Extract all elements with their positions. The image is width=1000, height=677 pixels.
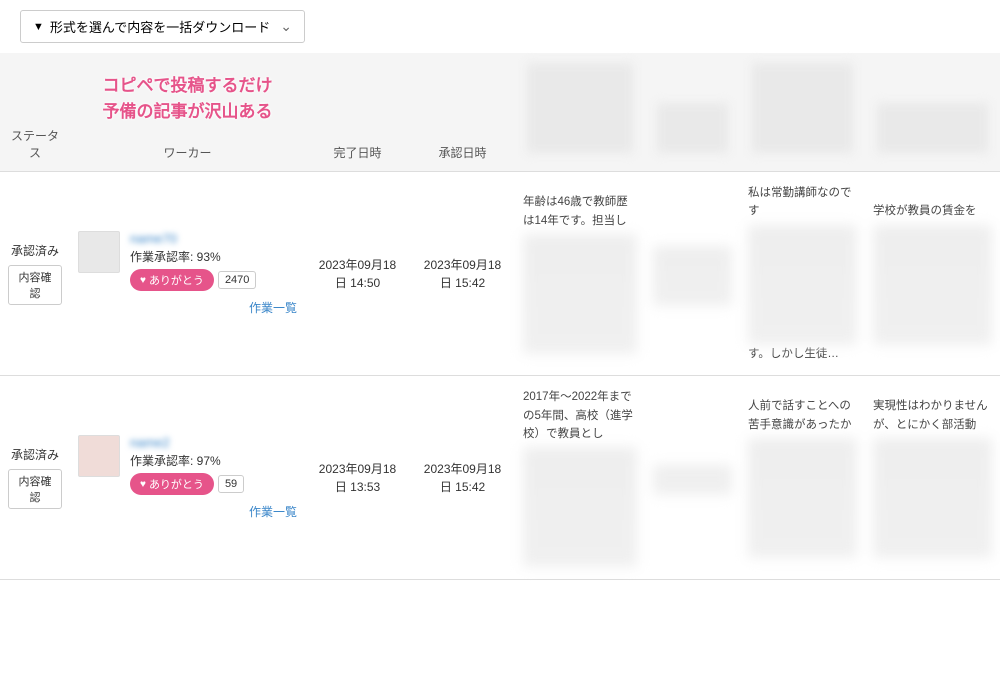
- content-snippet-2: [645, 172, 740, 376]
- completed-date: 2023年09月18日 14:50: [305, 172, 410, 376]
- content-snippet-1: 年齢は46歳で教師歴は14年です。担当し: [515, 172, 645, 376]
- avatar: [78, 231, 120, 273]
- approved-date: 2023年09月18日 15:42: [410, 376, 515, 580]
- avatar: [78, 435, 120, 477]
- work-list-link[interactable]: 作業一覧: [78, 503, 297, 520]
- table-row: 承認済み 内容確認 name2 作業承認率: 97% ありがとう 59 作業一覧: [0, 376, 1000, 580]
- thanks-count: 59: [218, 475, 244, 493]
- header-content-4: [865, 53, 1000, 172]
- header-content-1: [515, 53, 645, 172]
- status-label: 承認済み: [8, 446, 62, 463]
- completed-date: 2023年09月18日 13:53: [305, 376, 410, 580]
- thanks-badge[interactable]: ありがとう: [130, 473, 214, 495]
- content-snippet-3: 私は常勤講師なのです す。しかし生徒…: [740, 172, 865, 376]
- thanks-badge[interactable]: ありがとう: [130, 269, 214, 291]
- approval-rate: 作業承認率: 93%: [130, 248, 297, 265]
- header-worker: コピペで投稿するだけ 予備の記事が沢山ある ワーカー: [70, 53, 305, 172]
- status-label: 承認済み: [8, 242, 62, 259]
- content-snippet-4: 実現性はわかりませんが、とにかく部活動: [865, 376, 1000, 580]
- download-format-button[interactable]: 形式を選んで内容を一括ダウンロード: [20, 10, 305, 43]
- table-row: 承認済み 内容確認 name70 作業承認率: 93% ありがとう 2470 作…: [0, 172, 1000, 376]
- content-snippet-4: 学校が教員の賃金を: [865, 172, 1000, 376]
- header-content-2: [645, 53, 740, 172]
- content-snippet-2: [645, 376, 740, 580]
- status-cell: 承認済み 内容確認: [0, 376, 70, 580]
- header-approved: 承認日時: [410, 53, 515, 172]
- worker-cell: name70 作業承認率: 93% ありがとう 2470 作業一覧: [70, 172, 305, 376]
- header-status: ステータス: [0, 53, 70, 172]
- content-snippet-1: 2017年〜2022年までの5年間、高校（進学校）で教員とし: [515, 376, 645, 580]
- thanks-count: 2470: [218, 271, 256, 289]
- confirm-content-button[interactable]: 内容確認: [8, 265, 62, 305]
- worker-name-link[interactable]: name2: [130, 435, 297, 450]
- worker-cell: name2 作業承認率: 97% ありがとう 59 作業一覧: [70, 376, 305, 580]
- confirm-content-button[interactable]: 内容確認: [8, 469, 62, 509]
- status-cell: 承認済み 内容確認: [0, 172, 70, 376]
- download-label: 形式を選んで内容を一括ダウンロード: [50, 17, 270, 36]
- approved-date: 2023年09月18日 15:42: [410, 172, 515, 376]
- header-content-3: [740, 53, 865, 172]
- work-list-link[interactable]: 作業一覧: [78, 299, 297, 316]
- results-table: ステータス コピペで投稿するだけ 予備の記事が沢山ある ワーカー 完了日時 承認…: [0, 53, 1000, 580]
- overlay-annotation: コピペで投稿するだけ 予備の記事が沢山ある: [103, 73, 273, 124]
- worker-name-link[interactable]: name70: [130, 231, 297, 246]
- approval-rate: 作業承認率: 97%: [130, 452, 297, 469]
- header-completed: 完了日時: [305, 53, 410, 172]
- content-snippet-3: 人前で話すことへの苦手意識があったか: [740, 376, 865, 580]
